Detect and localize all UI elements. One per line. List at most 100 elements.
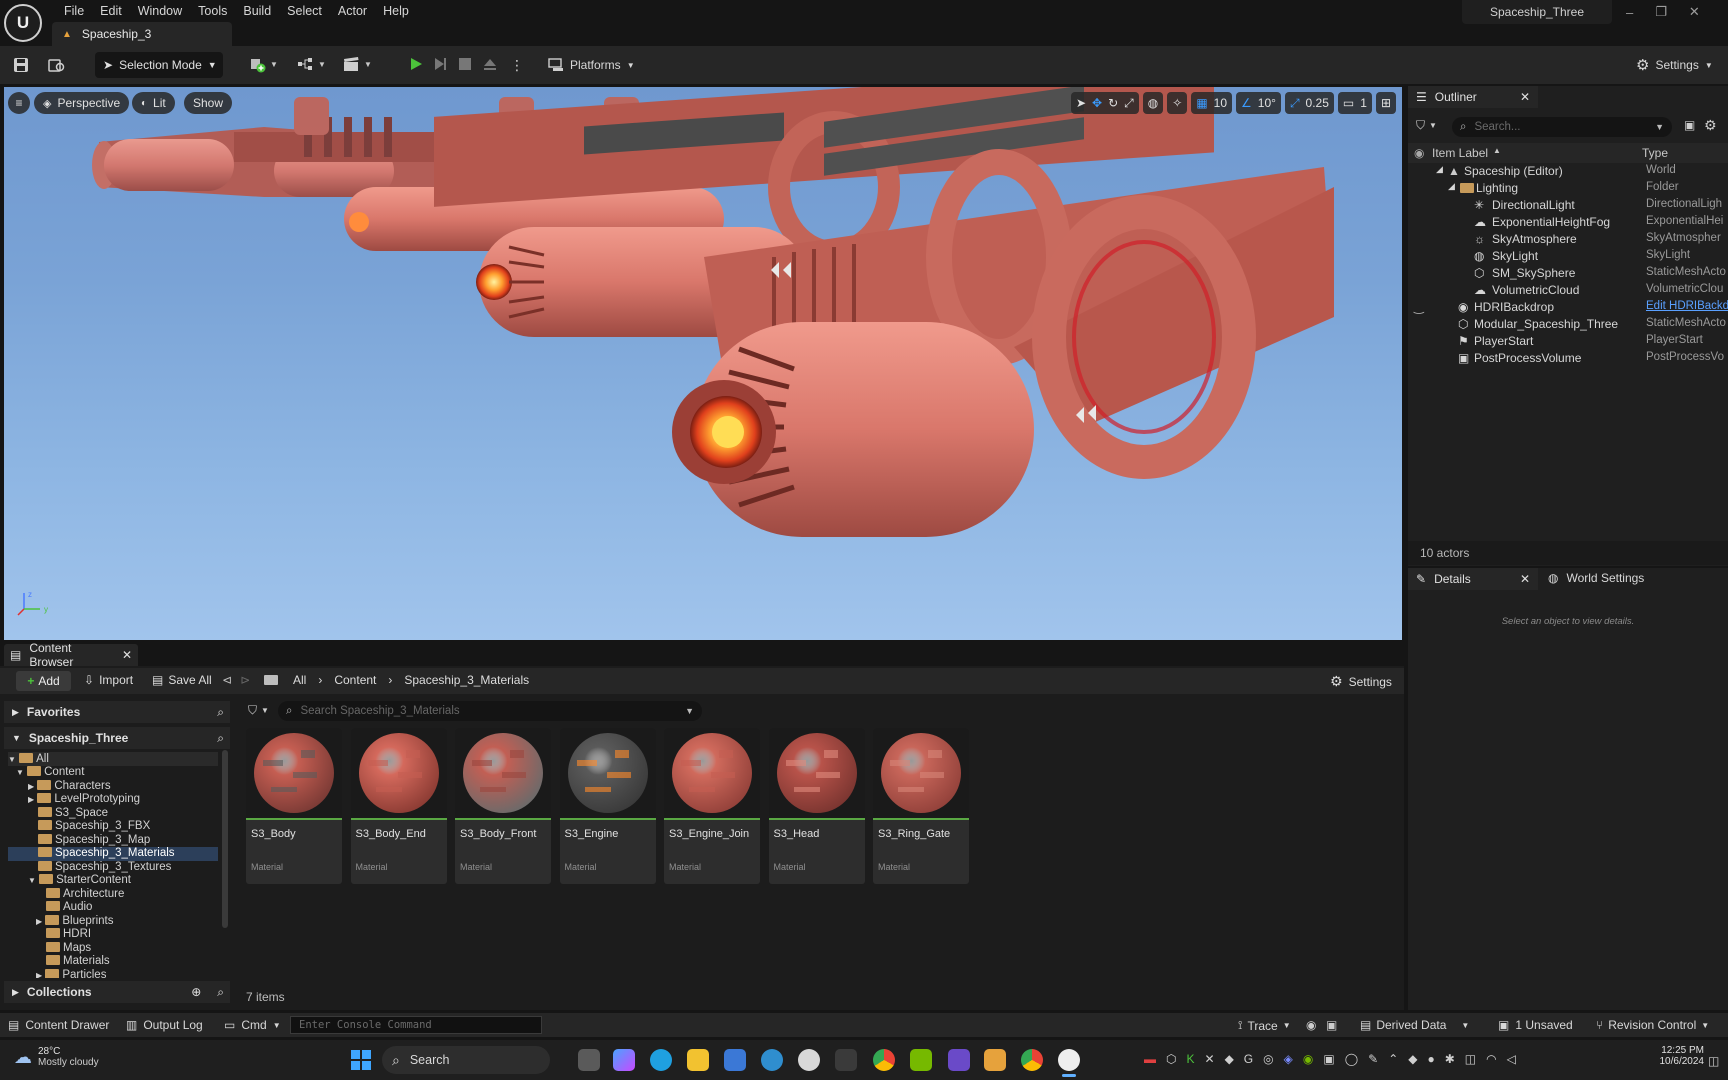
tree-item[interactable]: ▶ Blueprints — [36, 915, 114, 928]
tray-k-icon[interactable]: K — [1186, 1052, 1194, 1066]
tray-bluetooth-icon[interactable]: ✱ — [1445, 1052, 1455, 1066]
tree-item[interactable]: Spaceship_3_Textures — [38, 861, 171, 874]
asset-tile[interactable]: S3_Head Material — [768, 728, 865, 884]
taskbar-search[interactable]: ⌕ Search — [382, 1046, 550, 1074]
surface-snap-toggle[interactable]: ✧ — [1167, 92, 1188, 114]
content-drawer-button[interactable]: ▤ Content Drawer — [8, 1018, 109, 1032]
asset-filter-button[interactable]: ⛉ ▼ — [248, 703, 269, 718]
hidden-eye-icon[interactable]: ‿ — [1414, 300, 1424, 314]
tray-drive-icon[interactable]: ◆ — [1225, 1052, 1234, 1066]
lit-button[interactable]: ◐ Lit — [132, 92, 175, 114]
show-button[interactable]: Show — [184, 92, 233, 114]
derived-data-dropdown[interactable]: ▤ Derived Data ▼ — [1360, 1018, 1469, 1032]
search-icon[interactable]: ⌕ — [217, 985, 224, 1000]
outliner-settings-gear-icon[interactable]: ⚙ — [1704, 117, 1717, 134]
content-settings-button[interactable]: ⚙ Settings — [1330, 673, 1392, 690]
sublime-icon[interactable] — [984, 1049, 1006, 1071]
task-view-icon[interactable] — [578, 1049, 600, 1071]
browser-icon[interactable] — [761, 1049, 783, 1071]
outliner-row[interactable]: ◢ Lighting Folder — [1408, 181, 1728, 198]
tree-item[interactable]: Spaceship_3_Map — [38, 834, 150, 847]
tree-item[interactable]: S3_Space — [38, 807, 108, 820]
camera-speed[interactable]: ▭ 1 — [1337, 92, 1372, 114]
tree-scrollbar[interactable] — [222, 750, 228, 928]
windows-start-icon[interactable] — [350, 1049, 372, 1071]
clock[interactable]: 12:25 PM 10/6/2024 — [1630, 1045, 1705, 1067]
copilot-icon[interactable] — [613, 1049, 635, 1071]
outliner-tab[interactable]: ☰ Outliner ✕ — [1408, 86, 1538, 108]
outliner-row[interactable]: ☁ ExponentialHeightFog ExponentialHei — [1408, 215, 1728, 232]
trace-dropdown[interactable]: ⟟ Trace ▼ — [1238, 1018, 1291, 1033]
breadcrumb-current[interactable]: Spaceship_3_Materials — [404, 673, 529, 687]
tree-item[interactable]: Maps — [46, 942, 91, 955]
save-icon[interactable] — [12, 56, 30, 74]
grid-snap[interactable]: ▦ 10 — [1191, 92, 1233, 114]
tray-app-icon[interactable]: ▬ — [1144, 1052, 1156, 1066]
menu-file[interactable]: File — [56, 4, 92, 18]
edge-icon[interactable] — [650, 1049, 672, 1071]
chrome-profile-icon[interactable] — [1021, 1049, 1043, 1071]
tree-item[interactable]: Spaceship_3_FBX — [38, 820, 150, 833]
tree-item[interactable]: ▼ Content — [16, 766, 84, 779]
breadcrumb-all[interactable]: All — [293, 673, 306, 687]
menu-actor[interactable]: Actor — [330, 4, 375, 18]
viewport-menu-icon[interactable]: ≡ — [8, 92, 30, 114]
favorites-header[interactable]: ▶ Favorites ⌕ — [4, 701, 230, 723]
asset-tile[interactable]: S3_Body Material — [246, 728, 342, 884]
move-tool-icon[interactable]: ✥ — [1092, 96, 1102, 110]
chrome-icon[interactable] — [873, 1049, 895, 1071]
step-icon[interactable] — [432, 56, 448, 72]
menu-tools[interactable]: Tools — [190, 4, 235, 18]
shield-icon[interactable] — [835, 1049, 857, 1071]
item-label-header[interactable]: Item Label — [1432, 146, 1488, 160]
output-log-button[interactable]: ▥ Output Log — [126, 1018, 203, 1032]
content-browser-tab[interactable]: ▤ Content Browser ✕ — [4, 641, 138, 669]
import-button[interactable]: ⇩ Import — [84, 673, 133, 687]
menu-help[interactable]: Help — [375, 4, 417, 18]
tree-item[interactable]: HDRI — [46, 928, 91, 941]
video-editor-icon[interactable] — [948, 1049, 970, 1071]
rotate-tool-icon[interactable]: ↻ — [1108, 96, 1118, 110]
close-icon[interactable]: ✕ — [122, 648, 132, 662]
eject-icon[interactable] — [482, 56, 498, 72]
platforms-dropdown[interactable]: Platforms ▼ — [548, 52, 635, 78]
world-local-toggle[interactable]: ◍ — [1142, 92, 1164, 114]
notifications-icon[interactable]: ◫ — [1708, 1054, 1719, 1068]
details-tab[interactable]: ✎ Details ✕ — [1408, 568, 1538, 590]
tray-cube-icon[interactable]: ⬡ — [1166, 1052, 1176, 1066]
expand-arrow-icon[interactable]: ◢ — [1436, 164, 1443, 175]
tray-shield-icon[interactable]: ◆ — [1408, 1052, 1417, 1066]
expand-arrow-icon[interactable]: ◢ — [1448, 181, 1455, 192]
close-window-icon[interactable]: ✕ — [1689, 4, 1700, 20]
outliner-row[interactable]: ◢ ▲ Spaceship (Editor) World — [1408, 164, 1728, 181]
tray-g-icon[interactable]: G — [1244, 1052, 1253, 1066]
more-options-icon[interactable]: ⋮ — [510, 57, 524, 74]
tree-item[interactable]: Architecture — [46, 888, 124, 901]
outliner-row[interactable]: ⬡ SM_SkySphere StaticMeshActo — [1408, 266, 1728, 283]
store-icon[interactable] — [724, 1049, 746, 1071]
search-icon[interactable]: ⌕ — [217, 705, 224, 720]
nvidia-icon[interactable] — [910, 1049, 932, 1071]
minimize-icon[interactable]: – — [1626, 5, 1633, 20]
tree-item[interactable]: ▶ Particles — [36, 969, 106, 978]
outliner-row[interactable]: ☼ SkyAtmosphere SkyAtmospher — [1408, 232, 1728, 249]
asset-tile[interactable]: S3_Body_End Material — [350, 728, 447, 884]
tray-volume-icon[interactable]: ◁ — [1507, 1052, 1516, 1066]
unsaved-button[interactable]: ▣ 1 Unsaved — [1498, 1018, 1573, 1032]
blueprint-button[interactable]: ▼ — [296, 55, 326, 73]
back-icon[interactable]: ⊲ — [222, 673, 232, 687]
outliner-row[interactable]: ☁ VolumetricCloud VolumetricClou — [1408, 283, 1728, 300]
level-viewport[interactable]: ≡ ◈ Perspective ◐ Lit Show ➤ ✥ ↻ ⤢ ◍ ✧ ▦… — [4, 87, 1402, 640]
tray-steam-icon[interactable]: ◎ — [1263, 1052, 1273, 1066]
add-actor-button[interactable]: ▼ — [248, 55, 278, 73]
add-folder-icon[interactable]: ▣ — [1684, 118, 1695, 132]
menu-select[interactable]: Select — [279, 4, 330, 18]
cinematics-button[interactable]: ▼ — [342, 55, 372, 73]
play-icon[interactable] — [408, 56, 424, 72]
level-tab[interactable]: ▲ Spaceship_3 — [52, 22, 232, 46]
edit-hdri-backdrop-link[interactable]: Edit HDRIBackd — [1646, 300, 1728, 312]
asset-search-input[interactable]: ⌕ Search Spaceship_3_Materials ▼ — [278, 701, 702, 721]
cmd-dropdown[interactable]: ▭ Cmd ▼ — [224, 1018, 281, 1032]
close-icon[interactable]: ✕ — [1520, 572, 1530, 586]
tree-item[interactable]: ▼ All — [8, 753, 49, 766]
